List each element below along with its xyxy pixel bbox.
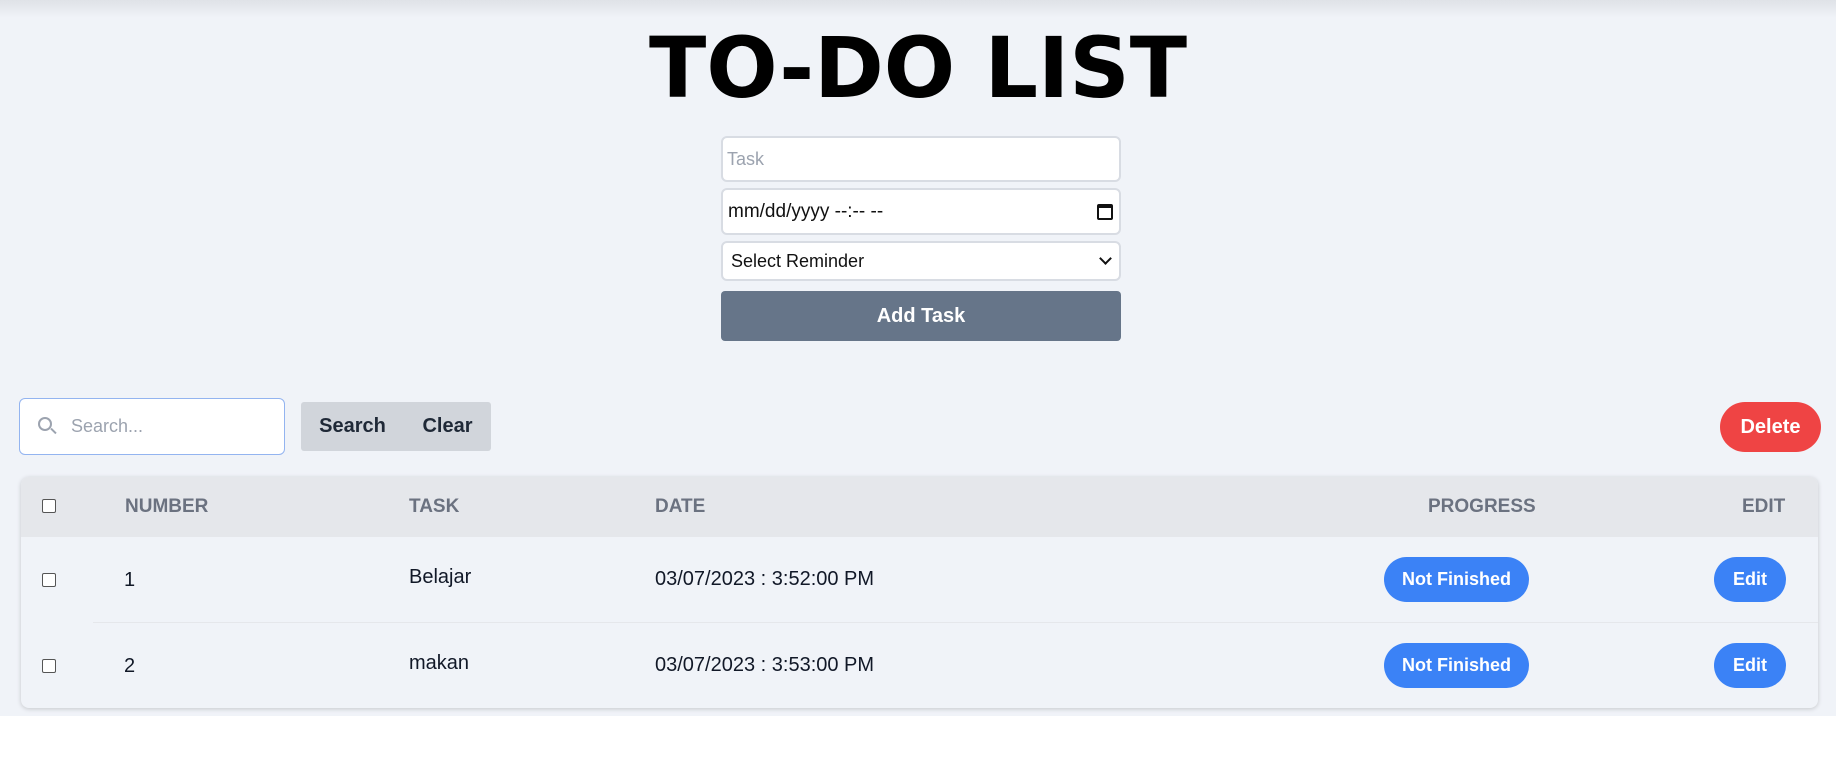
date-time-input[interactable]: mm/dd/yyyy --:-- -- <box>721 188 1121 235</box>
edit-button[interactable]: Edit <box>1714 557 1786 602</box>
task-form: Task mm/dd/yyyy --:-- -- Select Reminder… <box>721 136 1121 341</box>
search-button[interactable]: Search <box>301 402 404 451</box>
row-number: 1 <box>124 569 136 591</box>
calendar-icon[interactable] <box>1097 203 1113 220</box>
row-date: 03/07/2023 : 3:52:00 PM <box>655 568 875 590</box>
task-table: NUMBER TASK DATE PROGRESS EDIT 1 Belajar… <box>21 477 1818 708</box>
edit-button[interactable]: Edit <box>1714 643 1786 688</box>
row-checkbox[interactable] <box>42 573 56 587</box>
search-input[interactable]: Search... <box>19 398 285 455</box>
progress-button[interactable]: Not Finished <box>1384 557 1529 602</box>
reminder-selected-value: Select Reminder <box>731 250 865 271</box>
chevron-down-icon <box>1099 252 1112 265</box>
task-input-placeholder: Task <box>727 148 765 169</box>
row-date: 03/07/2023 : 3:53:00 PM <box>655 654 875 676</box>
row-number: 2 <box>124 655 136 677</box>
reminder-select[interactable]: Select Reminder <box>721 241 1121 281</box>
header-date: DATE <box>655 496 706 517</box>
task-input[interactable]: Task <box>721 136 1121 182</box>
add-task-button[interactable]: Add Task <box>721 291 1121 341</box>
row-task: Belajar <box>409 566 472 588</box>
search-icon <box>38 416 58 437</box>
header-progress: PROGRESS <box>1428 496 1536 517</box>
header-number: NUMBER <box>125 496 209 517</box>
table-row: 1 Belajar 03/07/2023 : 3:52:00 PM Not Fi… <box>21 537 1818 623</box>
page-title: TO-DO LIST <box>648 19 1188 117</box>
row-checkbox[interactable] <box>42 659 56 673</box>
table-row: 2 makan 03/07/2023 : 3:53:00 PM Not Fini… <box>21 623 1818 708</box>
search-input-placeholder: Search... <box>71 416 144 436</box>
row-task: makan <box>409 652 470 674</box>
select-all-checkbox[interactable] <box>42 499 56 513</box>
header-edit: EDIT <box>1742 496 1786 517</box>
header-task: TASK <box>409 496 460 517</box>
progress-button[interactable]: Not Finished <box>1384 643 1529 688</box>
top-shadow <box>0 0 1836 18</box>
table-header: NUMBER TASK DATE PROGRESS EDIT <box>21 477 1818 537</box>
clear-button[interactable]: Clear <box>404 402 491 451</box>
delete-button[interactable]: Delete <box>1720 402 1821 452</box>
app-root: TO-DO LIST Task mm/dd/yyyy --:-- -- Sele… <box>0 0 1836 716</box>
date-time-value: mm/dd/yyyy --:-- -- <box>728 200 884 222</box>
